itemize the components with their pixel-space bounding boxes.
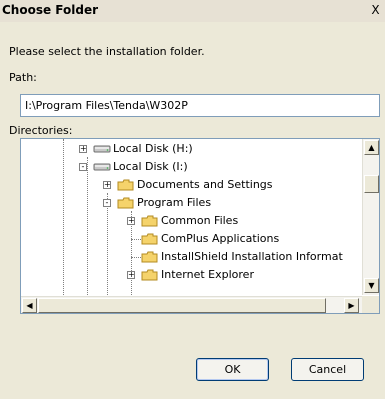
collapse-toggle[interactable]: - [79,163,87,171]
folder-icon [117,176,135,194]
vertical-scroll-thumb[interactable] [364,175,379,193]
directories-tree-view[interactable]: + Local Disk (H:) - Local Disk (I:) + Do… [20,138,380,314]
folder-icon [117,194,135,212]
directories-label: Directories: [9,124,73,137]
expand-toggle[interactable]: + [103,181,111,189]
folder-icon [141,212,159,230]
tree-item-label: Common Files [161,214,239,227]
expand-toggle[interactable]: + [127,271,135,279]
tree-item-label: InstallShield Installation Informat [161,250,343,263]
drive-icon [93,158,111,176]
tree-guide-line [63,139,64,295]
tree-item-label: Documents and Settings [137,178,273,191]
vertical-scrollbar[interactable]: ▲ ▼ [362,139,379,295]
path-label: Path: [9,71,37,84]
tree-item-label: Internet Explorer [161,268,254,281]
folder-icon [141,266,159,284]
folder-icon [141,248,159,266]
title-bar[interactable]: Choose Folder X [0,0,385,22]
scroll-down-button[interactable]: ▼ [364,278,379,293]
path-label-text: Path: [9,71,37,84]
scrollbar-corner [362,296,379,313]
tree-guide-line [107,193,108,295]
close-button[interactable]: X [368,3,383,18]
scroll-right-button[interactable]: ▶ [344,298,359,313]
tree-branch-line [131,257,141,258]
tree-guide-line [87,157,88,295]
instruction-text: Please select the installation folder. [9,45,205,58]
drive-icon [93,140,111,158]
cancel-button[interactable]: Cancel [291,358,364,381]
collapse-toggle[interactable]: - [103,199,111,207]
path-input[interactable] [20,94,380,117]
tree-item-label: Local Disk (I:) [113,160,188,173]
tree-item-label: ComPlus Applications [161,232,280,245]
expand-toggle[interactable]: + [127,217,135,225]
tree-item-label: Local Disk (H:) [113,142,193,155]
horizontal-scroll-thumb[interactable] [38,298,326,313]
horizontal-scrollbar[interactable]: ◀ ▶ [21,296,362,313]
ok-button[interactable]: OK [196,358,269,381]
scroll-up-button[interactable]: ▲ [364,140,379,155]
choose-folder-dialog: Choose Folder X Please select the instal… [0,0,385,399]
folder-icon [141,230,159,248]
tree-item-label: Program Files [137,196,212,209]
expand-toggle[interactable]: + [79,145,87,153]
tree-content: + Local Disk (H:) - Local Disk (I:) + Do… [21,139,362,295]
scroll-left-button[interactable]: ◀ [22,298,37,313]
tree-branch-line [131,239,141,240]
dialog-title: Choose Folder [2,3,99,17]
